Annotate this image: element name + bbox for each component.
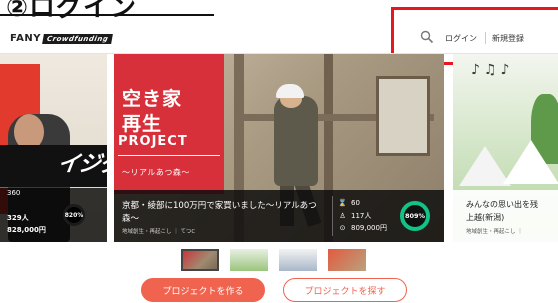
heading-underline	[0, 14, 214, 16]
slide-stat-supporters: 329人	[7, 214, 29, 222]
project-meta: 地域創生・再起こし ｜	[466, 229, 523, 235]
page-heading: ②ログイン	[6, 0, 138, 23]
hourglass-icon: ⌛	[338, 199, 347, 207]
chevron-down-icon[interactable]: ⌄	[101, 33, 108, 42]
explore-project-button[interactable]: プロジェクトを探す	[283, 278, 407, 302]
stat-amount-value: 809,000円	[351, 224, 387, 232]
worker-figure	[274, 96, 318, 186]
info-divider	[332, 196, 333, 236]
stat-days: ⌛ 60	[338, 199, 360, 207]
carousel-thumbnail-3[interactable]	[279, 249, 317, 271]
carousel-thumbnail-1[interactable]	[181, 249, 219, 271]
stat-amount: ⊙ 809,000円	[338, 223, 387, 233]
poster-subtitle: 〜リアルあつ森〜	[122, 168, 190, 177]
logo-main-text: FANY	[10, 33, 42, 44]
create-project-button[interactable]: プロジェクトを作る	[141, 278, 265, 302]
coin-icon: ⊙	[339, 224, 346, 232]
carousel-thumbnail-2[interactable]	[230, 249, 268, 271]
slide-stat-days: 360	[7, 189, 21, 197]
window-frame	[376, 76, 430, 156]
project-title-line1[interactable]: みんなの思い出を残	[466, 199, 538, 210]
carousel-thumbnail-4[interactable]	[328, 249, 366, 271]
fany-logo[interactable]: FANY Crowdfunding	[10, 33, 114, 44]
project-title-line2[interactable]: 森〜	[122, 212, 139, 224]
progress-ring: 820%	[63, 204, 85, 226]
poster-title-line3: PROJECT	[118, 134, 188, 149]
music-notes-icon: ♪♫♪	[471, 62, 514, 78]
stat-days-value: 60	[351, 199, 360, 207]
poster-title-line1: 空き家	[122, 88, 183, 110]
tent-shape	[503, 140, 558, 184]
project-title-line1[interactable]: 京都・綾部に100万円で家買いました〜リアルあつ	[122, 199, 317, 211]
project-meta: 地域創生・再起こし ｜ てつC	[122, 229, 196, 235]
progress-ring: 809%	[400, 201, 430, 231]
stat-supporters: ♙ 117人	[338, 211, 371, 221]
person-icon: ♙	[339, 212, 346, 220]
stat-supporters-value: 117人	[351, 212, 372, 220]
project-title-line2[interactable]: 上越(新潟)	[466, 212, 504, 223]
poster-divider	[118, 155, 220, 156]
poster-title-line2: 再生	[122, 113, 163, 135]
slide-stat-amount: 828,000円	[7, 226, 46, 234]
helmet-icon	[276, 84, 304, 98]
